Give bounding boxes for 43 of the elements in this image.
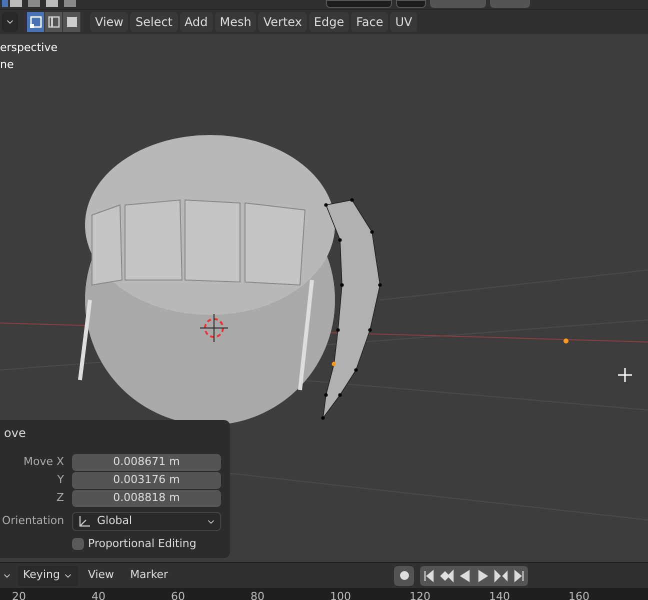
3d-cursor-icon (200, 314, 228, 342)
crosshair-cursor-icon (618, 368, 632, 382)
menu-item[interactable]: Edge (308, 12, 350, 32)
edge-select-mode-button[interactable] (45, 12, 63, 32)
field-label: Z (55, 490, 64, 506)
menu-item[interactable]: Select (130, 12, 178, 32)
frame-number: 20 (12, 589, 27, 600)
field-label: Orientation (2, 513, 64, 530)
field-label: Y (56, 472, 64, 488)
face-mode-icon (64, 15, 78, 29)
record-button[interactable] (394, 566, 414, 586)
viewport-info-text: erspective (0, 40, 58, 56)
face-select-mode-button[interactable] (63, 12, 81, 32)
vertex-select-mode-button[interactable] (27, 12, 45, 32)
frame-number: 60 (171, 589, 186, 600)
orientation-dropdown[interactable]: Global (72, 512, 221, 531)
number-field[interactable]: 0.008671 m (72, 454, 221, 471)
axes-icon (77, 514, 91, 528)
frame-number: 140 (489, 589, 511, 600)
menu-item[interactable]: Add (180, 12, 213, 32)
checkbox[interactable] (72, 538, 84, 550)
frame-number: 120 (410, 589, 432, 600)
field-label: Move X (22, 454, 64, 470)
edge-mode-icon (46, 15, 60, 29)
panel-title: ove (3, 425, 27, 442)
menu-item[interactable]: Marker (124, 567, 174, 584)
number-field[interactable]: 0.003176 m (72, 472, 221, 489)
frame-number: 100 (330, 589, 352, 600)
pivot-point-icon (564, 338, 568, 344)
menu-item[interactable]: View (90, 12, 128, 32)
menu-item[interactable]: View (82, 567, 120, 584)
frame-number: 80 (250, 589, 266, 600)
keying-dropdown[interactable]: Keying (18, 566, 78, 586)
frame-number: 40 (92, 589, 106, 600)
menu-item[interactable]: Vertex (258, 12, 307, 32)
menu-item[interactable]: Face (351, 12, 388, 32)
number-field[interactable]: 0.008818 m (72, 490, 221, 507)
vertex-mode-icon (28, 15, 42, 29)
menu-item[interactable]: UV (390, 12, 418, 32)
menu-item[interactable]: Mesh (214, 12, 256, 32)
viewport-info-text: ne (0, 56, 15, 72)
frame-number: 160 (568, 589, 590, 600)
checkbox-label: Proportional Editing (88, 536, 196, 552)
